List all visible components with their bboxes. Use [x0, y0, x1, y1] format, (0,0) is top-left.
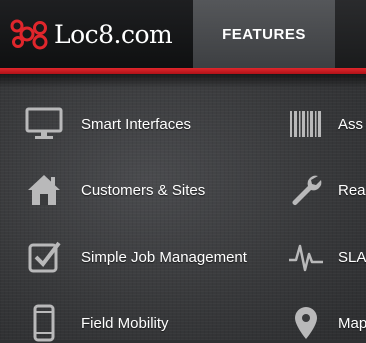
house-icon: [24, 170, 64, 210]
feature-label: Smart Interfaces: [81, 115, 192, 133]
feature-simple-job-management[interactable]: Simple Job Management: [24, 237, 247, 277]
feature-smart-interfaces[interactable]: Smart Interfaces: [24, 104, 191, 144]
tab-features[interactable]: FEATURES: [193, 0, 335, 68]
feature-field-mobility[interactable]: Field Mobility: [24, 303, 169, 343]
feature-label: Field Mobility: [81, 314, 169, 332]
logo-text: Loc8.com: [54, 19, 173, 49]
header-bar: Loc8.com FEATURES: [0, 0, 366, 68]
barcode-icon: [286, 104, 326, 144]
feature-label: Ass: [338, 115, 364, 133]
tab-divider: [335, 0, 366, 68]
pulse-icon: [286, 237, 326, 277]
wrench-icon: [286, 170, 326, 210]
feature-assets[interactable]: Ass: [286, 104, 363, 144]
feature-label: SLA: [338, 248, 366, 266]
feature-map[interactable]: Map: [286, 303, 366, 343]
map-pin-icon: [286, 303, 326, 343]
feature-label: Map: [338, 314, 366, 332]
feature-label: Customers & Sites: [81, 181, 206, 199]
header-shadow: [0, 74, 366, 88]
feature-label: Simple Job Management: [81, 248, 247, 266]
checkbox-icon: [24, 237, 64, 277]
loc8-logo[interactable]: Loc8.com: [10, 14, 173, 54]
smartphone-icon: [24, 303, 64, 343]
monitor-icon: [24, 104, 64, 144]
feature-customers-sites[interactable]: Customers & Sites: [24, 170, 205, 210]
feature-reactive[interactable]: Rea: [286, 170, 366, 210]
features-panel: Smart Interfaces Customers & Sites Simpl…: [0, 74, 366, 343]
feature-label: Rea: [338, 181, 366, 199]
loc8-logo-mark-icon: [10, 19, 48, 50]
feature-sla[interactable]: SLA: [286, 237, 366, 277]
